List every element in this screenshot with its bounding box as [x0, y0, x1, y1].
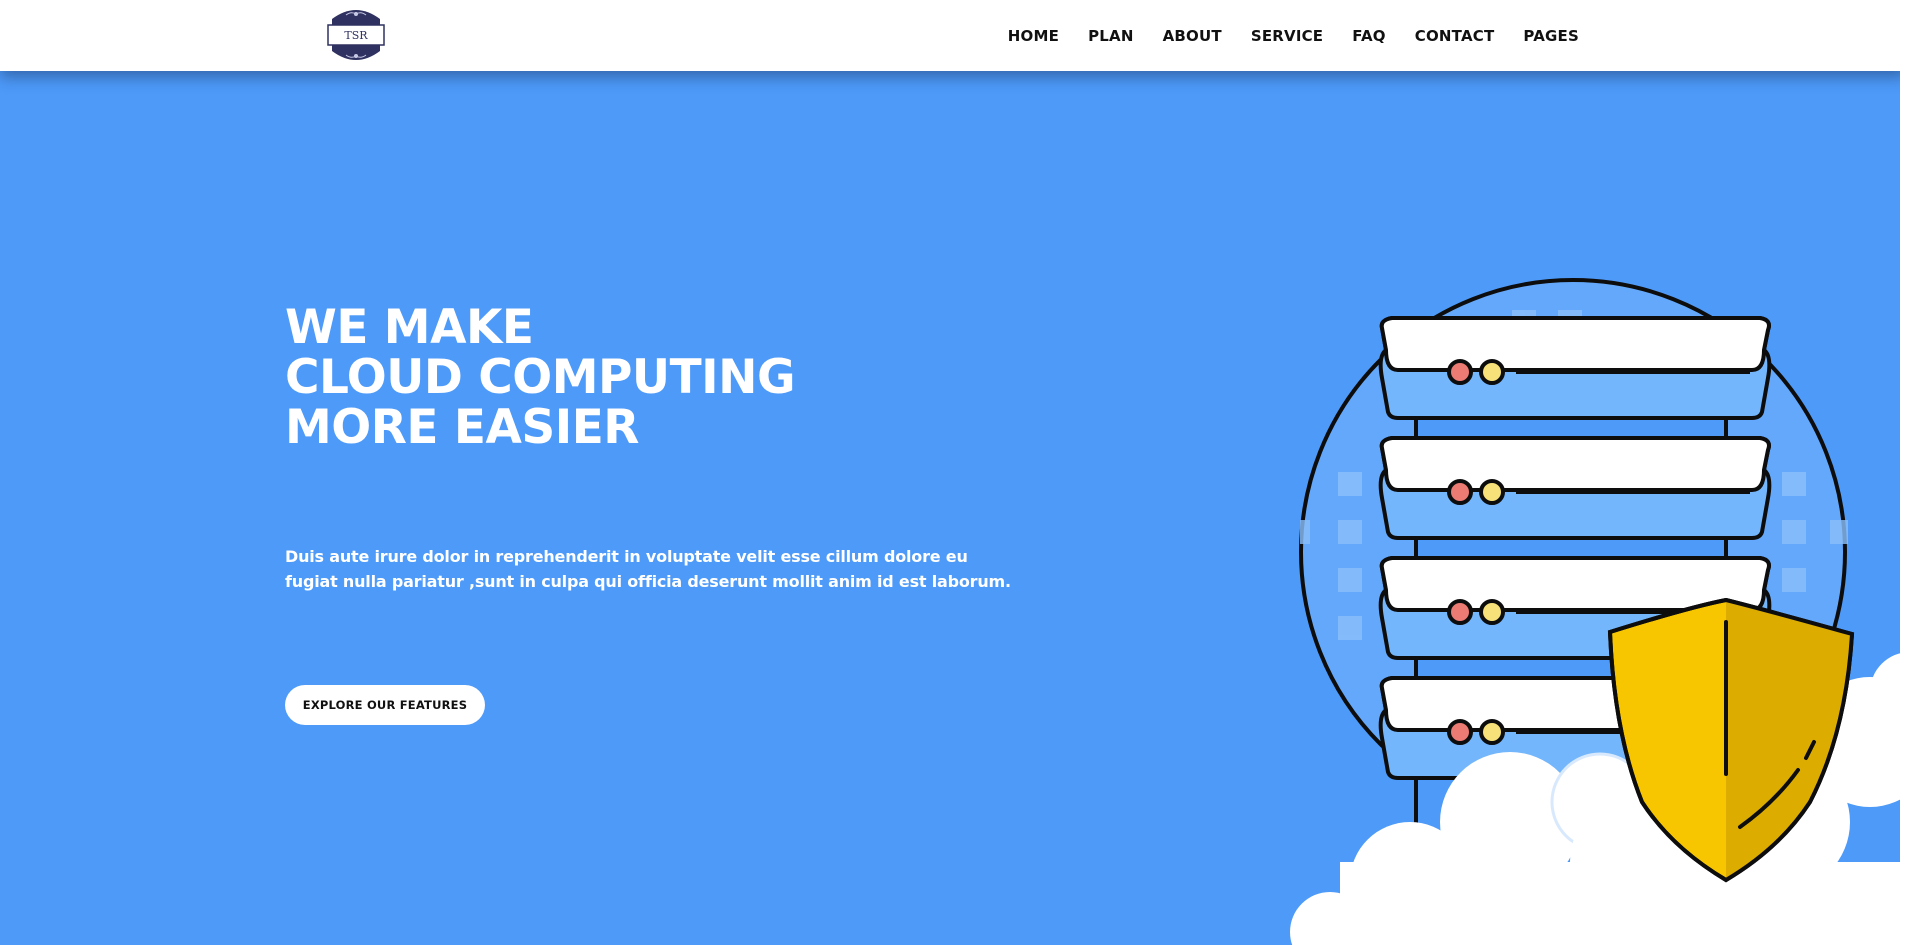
explore-features-button[interactable]: EXPLORE OUR FEATURES [285, 685, 485, 725]
hero-title-line-2: CLOUD COMPUTING [285, 350, 796, 405]
nav-pages[interactable]: PAGES [1523, 27, 1579, 45]
nav-service[interactable]: SERVICE [1251, 27, 1323, 45]
hero-title-line-1: WE MAKE [285, 300, 534, 355]
hero-title-line-3: MORE EASIER [285, 400, 640, 455]
top-navbar: TSR HOME PLAN ABOUT SERVICE FAQ CONTACT … [0, 0, 1906, 71]
brand-logo[interactable]: TSR [326, 5, 386, 65]
nav-plan[interactable]: PLAN [1088, 27, 1134, 45]
server-unit-2 [1378, 436, 1772, 540]
server-unit-1 [1378, 316, 1772, 420]
nav-home[interactable]: HOME [1008, 27, 1059, 45]
main-nav: HOME PLAN ABOUT SERVICE FAQ CONTACT PAGE… [979, 0, 1579, 71]
nav-about[interactable]: ABOUT [1163, 27, 1222, 45]
hero-title: WE MAKE CLOUD COMPUTING MORE EASIER [285, 300, 796, 455]
page-scroll-edge [1900, 0, 1906, 945]
nav-contact[interactable]: CONTACT [1415, 27, 1495, 45]
cloud-server-illustration [1290, 278, 1906, 945]
hero-description: Duis aute irure dolor in reprehenderit i… [285, 547, 1011, 591]
logo-text: TSR [344, 29, 368, 42]
nav-faq[interactable]: FAQ [1352, 27, 1386, 45]
